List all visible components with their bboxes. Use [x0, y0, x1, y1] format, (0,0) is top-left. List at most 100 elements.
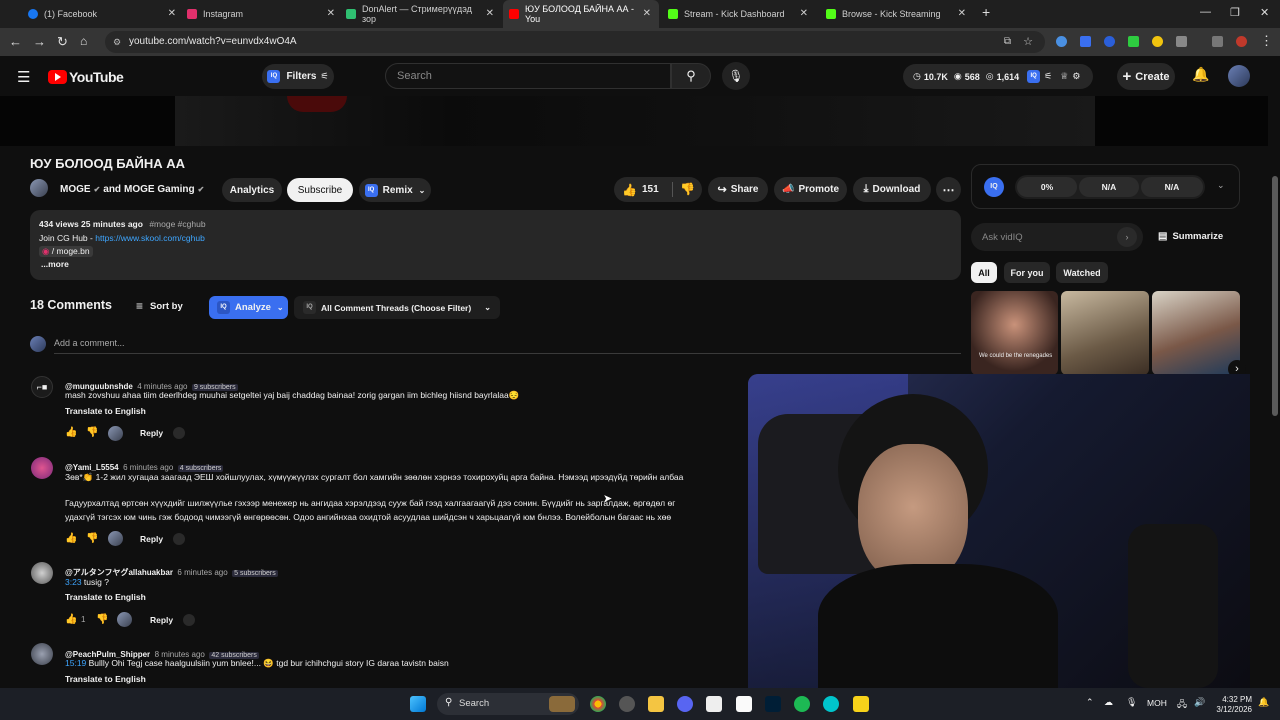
tab-youtube-active[interactable]: ЮУ БОЛООД БАЙНА АА - You ✕	[503, 0, 659, 28]
extension-icon[interactable]	[1056, 36, 1067, 47]
download-button[interactable]: ⤓ Download	[853, 177, 931, 202]
window-close-icon[interactable]: ✕	[1260, 6, 1269, 19]
promote-button[interactable]: 📣 Promote	[774, 177, 847, 202]
notion-icon[interactable]	[736, 696, 752, 712]
extension-icon[interactable]	[1104, 36, 1115, 47]
reload-icon[interactable]: ↻	[57, 34, 68, 50]
hamburger-menu-icon[interactable]: ☰	[17, 68, 30, 86]
media-icon[interactable]	[1212, 36, 1223, 47]
close-icon[interactable]: ✕	[643, 8, 651, 19]
home-icon[interactable]: ⌂	[80, 34, 87, 48]
windows-start-icon[interactable]	[410, 696, 426, 712]
site-info-icon[interactable]: ⚙	[113, 31, 121, 53]
like-icon[interactable]: 👍	[65, 614, 77, 625]
clock-date[interactable]: 3/12/2026	[1212, 705, 1252, 714]
channel-avatar[interactable]	[30, 179, 48, 197]
analyze-button[interactable]: IQ Analyze ⌄	[209, 296, 288, 319]
scrollbar-thumb[interactable]	[1272, 176, 1278, 416]
clock-time[interactable]: 4:32 PM	[1212, 695, 1252, 704]
obs-icon[interactable]	[619, 696, 635, 712]
tab-kick-browse[interactable]: Browse - Kick Streaming ✕	[826, 0, 974, 28]
timestamp-link[interactable]: 15:19	[65, 658, 86, 668]
reply-button[interactable]: Reply	[140, 534, 163, 544]
commenter-avatar[interactable]	[31, 457, 53, 479]
close-icon[interactable]: ✕	[486, 8, 494, 19]
send-arrow-icon[interactable]: ›	[1117, 227, 1137, 247]
comment-filter-select[interactable]: IQ All Comment Threads (Choose Filter) ⌄	[294, 296, 500, 319]
chip-watched[interactable]: Watched	[1056, 262, 1108, 283]
ask-vidiq-input[interactable]: Ask vidIQ ›	[971, 223, 1143, 251]
capcut-icon[interactable]	[706, 696, 722, 712]
browser-menu-icon[interactable]: ⋮	[1260, 33, 1273, 49]
description-box[interactable]: 434 views 25 minutes ago #moge #cghub Jo…	[30, 210, 961, 280]
url-input[interactable]: ⚙ youtube.com/watch?v=eunvdx4wO4A ⧉ ☆	[105, 31, 1045, 53]
like-icon[interactable]: 👍	[622, 183, 637, 197]
chevron-down-icon[interactable]: ⌄	[1217, 180, 1225, 191]
reply-button[interactable]: Reply	[150, 615, 173, 625]
page-scrollbar[interactable]	[1270, 96, 1280, 688]
channel-name[interactable]: MOGE	[60, 184, 91, 195]
taskbar-search[interactable]: ⚲ Search	[437, 693, 579, 715]
photoshop-icon[interactable]	[765, 696, 781, 712]
extensions-puzzle-icon[interactable]	[1176, 36, 1187, 47]
share-button[interactable]: ↪ Share	[708, 177, 768, 202]
commenter-avatar[interactable]: ⌐■	[31, 376, 53, 398]
translate-link[interactable]: Translate to English	[65, 674, 146, 684]
hashtags[interactable]: #moge #cghub	[149, 219, 205, 229]
channel-name-2[interactable]: MOGE Gaming	[124, 184, 195, 195]
show-more-link[interactable]: ...more	[41, 259, 69, 269]
search-input[interactable]: Search	[385, 63, 671, 89]
subscribe-button[interactable]: Subscribe	[287, 178, 353, 202]
related-video-thumbnail[interactable]	[1061, 291, 1149, 375]
reply-button[interactable]: Reply	[140, 428, 163, 438]
download-extension-icon[interactable]	[1128, 36, 1139, 47]
dislike-icon[interactable]: 👎	[96, 614, 108, 625]
vidiq-stats-bar[interactable]: ◷ 10.7K ◉ 568 ◎ 1,614 IQ ⚟ ♕ ⚙	[903, 64, 1093, 89]
keyboard-language[interactable]: МОН	[1147, 698, 1167, 708]
network-icon[interactable]: 🖧	[1177, 697, 1187, 713]
timestamp-link[interactable]: 3:23	[65, 577, 82, 587]
add-comment-input[interactable]: Add a comment...	[54, 336, 961, 354]
file-explorer-icon[interactable]	[648, 696, 664, 712]
chip-all[interactable]: All	[971, 262, 997, 283]
comment-time[interactable]: 6 minutes ago	[177, 568, 227, 577]
account-avatar[interactable]	[1228, 65, 1250, 87]
like-icon[interactable]: 👍	[65, 533, 77, 544]
close-icon[interactable]: ✕	[327, 8, 335, 19]
new-tab-button[interactable]: +	[982, 4, 990, 20]
install-icon[interactable]: ⧉	[1004, 31, 1011, 53]
vidiq-reply-icon[interactable]	[183, 614, 195, 626]
create-button[interactable]: + Create	[1117, 63, 1175, 90]
volume-icon[interactable]: 🔊	[1194, 697, 1205, 708]
close-icon[interactable]: ✕	[168, 8, 176, 19]
vidiq-extension-icon[interactable]	[1080, 36, 1091, 47]
tab-donalert[interactable]: DonAlert — Стримерүүдэд зор ✕	[346, 0, 502, 28]
video-player[interactable]	[0, 96, 1268, 146]
profile-avatar-icon[interactable]	[1236, 36, 1247, 47]
notifications-bell-icon[interactable]: 🔔	[1192, 66, 1209, 83]
analytics-button[interactable]: Analytics	[222, 178, 282, 202]
chrome-icon[interactable]	[590, 696, 606, 712]
comment-author[interactable]: @アルタンフヤグallahuakbar	[65, 568, 173, 577]
translate-link[interactable]: Translate to English	[65, 592, 146, 602]
maximize-icon[interactable]: ❐	[1230, 6, 1240, 19]
tray-chevron-icon[interactable]: ⌃	[1086, 697, 1094, 708]
vidiq-reply-icon[interactable]	[173, 533, 185, 545]
vidiq-filters-button[interactable]: IQ Filters ⚟	[262, 64, 334, 89]
close-icon[interactable]: ✕	[800, 8, 808, 19]
spotify-icon[interactable]	[794, 696, 810, 712]
discord-icon[interactable]	[677, 696, 693, 712]
search-button[interactable]: ⚲	[671, 63, 711, 89]
tab-instagram[interactable]: Instagram ✕	[187, 0, 343, 28]
translate-link[interactable]: Translate to English	[65, 406, 146, 416]
commenter-avatar[interactable]	[31, 643, 53, 665]
more-actions-button[interactable]: ⋯	[936, 177, 961, 202]
back-icon[interactable]: ←	[9, 34, 22, 49]
cghub-link[interactable]: https://www.skool.com/cghub	[95, 233, 205, 243]
like-icon[interactable]: 👍	[65, 427, 77, 438]
tab-kick-dashboard[interactable]: Stream - Kick Dashboard ✕	[668, 0, 816, 28]
remix-button[interactable]: IQ Remix ⌄	[359, 178, 431, 202]
dislike-icon[interactable]: 👎	[680, 182, 695, 196]
notification-center-icon[interactable]: 🔔	[1258, 697, 1269, 708]
minimize-icon[interactable]: —	[1200, 6, 1211, 18]
